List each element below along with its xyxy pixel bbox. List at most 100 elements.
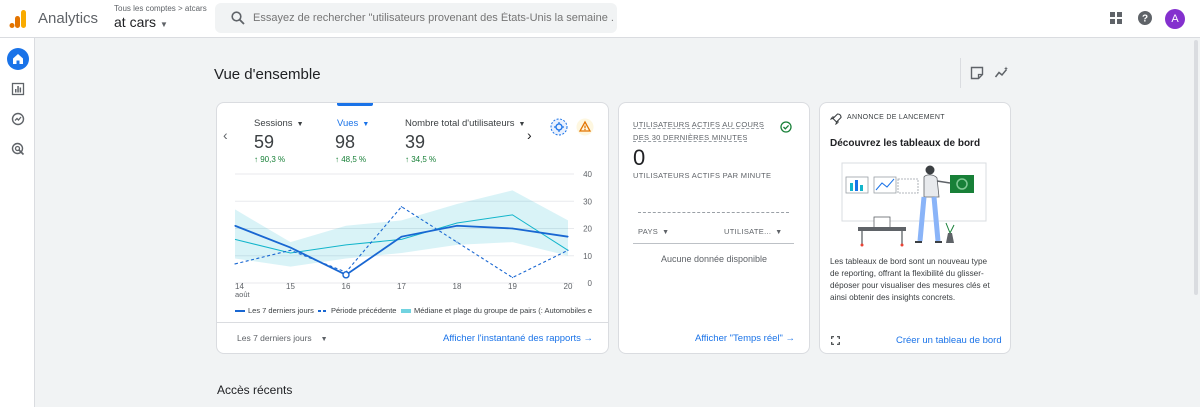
link-label: Afficher l'instantané des rapports — [443, 333, 581, 344]
legend-label: Médiane et plage du groupe de pairs (: A… — [414, 306, 593, 315]
legend-swatch — [318, 309, 328, 312]
data-point — [234, 263, 236, 265]
home-icon — [13, 54, 23, 64]
apps-grid-icon[interactable] — [1108, 10, 1124, 26]
legend-swatch — [401, 308, 411, 313]
legend-swatch — [235, 309, 245, 312]
x-tick-label: 20 — [564, 282, 573, 291]
side-nav — [0, 38, 35, 407]
analytics-logo[interactable] — [8, 9, 28, 29]
column-header-country[interactable]: PAYS ▼ — [638, 227, 669, 236]
date-range-selector[interactable]: Les 7 derniers jours ▼ — [237, 333, 328, 343]
divider — [960, 58, 961, 88]
anomaly-icon[interactable] — [550, 118, 568, 136]
data-point — [400, 206, 403, 208]
nav-home[interactable] — [7, 48, 29, 70]
link-label: Afficher "Temps réel" — [695, 333, 783, 344]
metric-value: 59 — [254, 132, 275, 152]
metric-delta: ↑ 34,5 % — [405, 155, 437, 164]
scrollbar[interactable] — [1194, 40, 1198, 295]
search-bar[interactable] — [215, 3, 617, 33]
help-icon[interactable]: ? — [1137, 10, 1153, 26]
x-tick-label: 18 — [453, 282, 462, 291]
legend-item: Période précédente — [318, 306, 396, 315]
dashboard-illustration — [841, 162, 987, 247]
data-point — [567, 236, 569, 238]
svg-text:?: ? — [1142, 14, 1148, 25]
avatar[interactable]: A — [1165, 9, 1185, 29]
caret-down-icon: ▼ — [662, 229, 670, 236]
note-icon[interactable] — [969, 65, 985, 81]
data-point — [456, 225, 458, 227]
sparkline-baseline — [638, 212, 789, 213]
bar-chart-icon — [11, 82, 25, 96]
view-reports-snapshot-link[interactable]: Afficher l'instantané des rapports → — [443, 333, 593, 344]
y-tick-label: 40 — [583, 170, 592, 179]
legend-label: Période précédente — [331, 306, 397, 315]
y-tick-label: 30 — [583, 197, 592, 206]
y-tick-label: 0 — [588, 279, 593, 288]
launch-body: Les tableaux de bord sont un nouveau typ… — [830, 257, 990, 302]
tab-label: Vues — [337, 118, 359, 129]
metric-delta: ↑ 90,3 % — [254, 155, 286, 164]
caret-down-icon: ▼ — [296, 121, 304, 128]
insights-icon[interactable] — [994, 65, 1010, 81]
x-tick-sublabel: août — [235, 290, 251, 299]
page-title: Vue d'ensemble — [214, 66, 321, 83]
launch-title: Découvrez les tableaux de bord — [830, 138, 981, 149]
data-point — [567, 249, 569, 251]
chevron-down-icon[interactable]: ▼ — [160, 20, 168, 29]
legend-item: Les 7 derniers jours — [235, 306, 314, 315]
create-dashboard-link[interactable]: Créer un tableau de bord — [896, 335, 1002, 346]
nav-reports[interactable] — [7, 78, 29, 100]
tab-views[interactable]: Vues ▼ — [337, 118, 369, 129]
legend-item: Médiane et plage du groupe de pairs (: A… — [401, 306, 593, 315]
app-title: Analytics — [38, 10, 99, 27]
overview-chart: 40302010014 15 16 17 18 19 20août — [234, 170, 593, 299]
realtime-title[interactable]: UTILISATEURS ACTIFS AU COURS DES 30 DERN… — [633, 118, 779, 144]
tab-sessions[interactable]: Sessions ▼ — [254, 118, 304, 129]
legend-label: Les 7 derniers jours — [248, 306, 314, 315]
nav-explore[interactable] — [7, 108, 29, 130]
x-tick-label: 16 — [342, 282, 351, 291]
caret-down-icon: ▼ — [362, 121, 370, 128]
date-range-label: Les 7 derniers jours — [237, 333, 312, 343]
caret-down-icon: ▼ — [320, 336, 328, 343]
arrow-right-icon: → — [583, 333, 594, 344]
data-point — [400, 236, 403, 238]
divider — [217, 322, 608, 323]
launch-label: ANNONCE DE LANCEMENT — [847, 114, 945, 121]
column-header-users[interactable]: UTILISATE... ▼ — [724, 227, 782, 236]
chevron-right-icon[interactable]: › — [527, 127, 532, 143]
column-label: UTILISATE... — [724, 227, 772, 236]
caret-down-icon: ▼ — [775, 229, 783, 236]
warning-icon[interactable] — [576, 118, 594, 136]
y-tick-label: 20 — [583, 225, 592, 234]
search-icon — [231, 11, 245, 25]
chevron-left-icon[interactable]: ‹ — [223, 127, 228, 143]
data-point-marker — [342, 271, 350, 279]
expand-icon[interactable] — [831, 336, 840, 345]
account-breadcrumb[interactable]: Tous les comptes > atcars — [114, 4, 207, 13]
divider — [633, 243, 794, 244]
tab-total-users[interactable]: Nombre total d'utilisateurs ▼ — [405, 118, 525, 129]
metric-value: 39 — [405, 132, 426, 152]
realtime-subtitle: UTILISATEURS ACTIFS PAR MINUTE — [633, 171, 772, 180]
realtime-value: 0 — [633, 145, 646, 170]
search-input[interactable] — [253, 3, 613, 33]
data-point — [234, 225, 236, 227]
data-point — [289, 249, 292, 251]
x-tick-label: 17 — [397, 282, 406, 291]
x-tick-label: 15 — [286, 282, 295, 291]
data-point — [511, 227, 514, 230]
data-point — [289, 246, 292, 249]
caret-down-icon: ▼ — [518, 121, 526, 128]
arrow-right-icon: → — [785, 333, 796, 344]
nav-advertising[interactable] — [7, 138, 29, 160]
view-realtime-link[interactable]: Afficher "Temps réel" → — [695, 333, 795, 344]
tab-label: Sessions — [254, 118, 293, 129]
property-selector[interactable]: at cars — [114, 14, 156, 30]
x-tick-label: 19 — [508, 282, 517, 291]
explore-icon — [11, 112, 25, 126]
y-tick-label: 10 — [583, 252, 592, 261]
